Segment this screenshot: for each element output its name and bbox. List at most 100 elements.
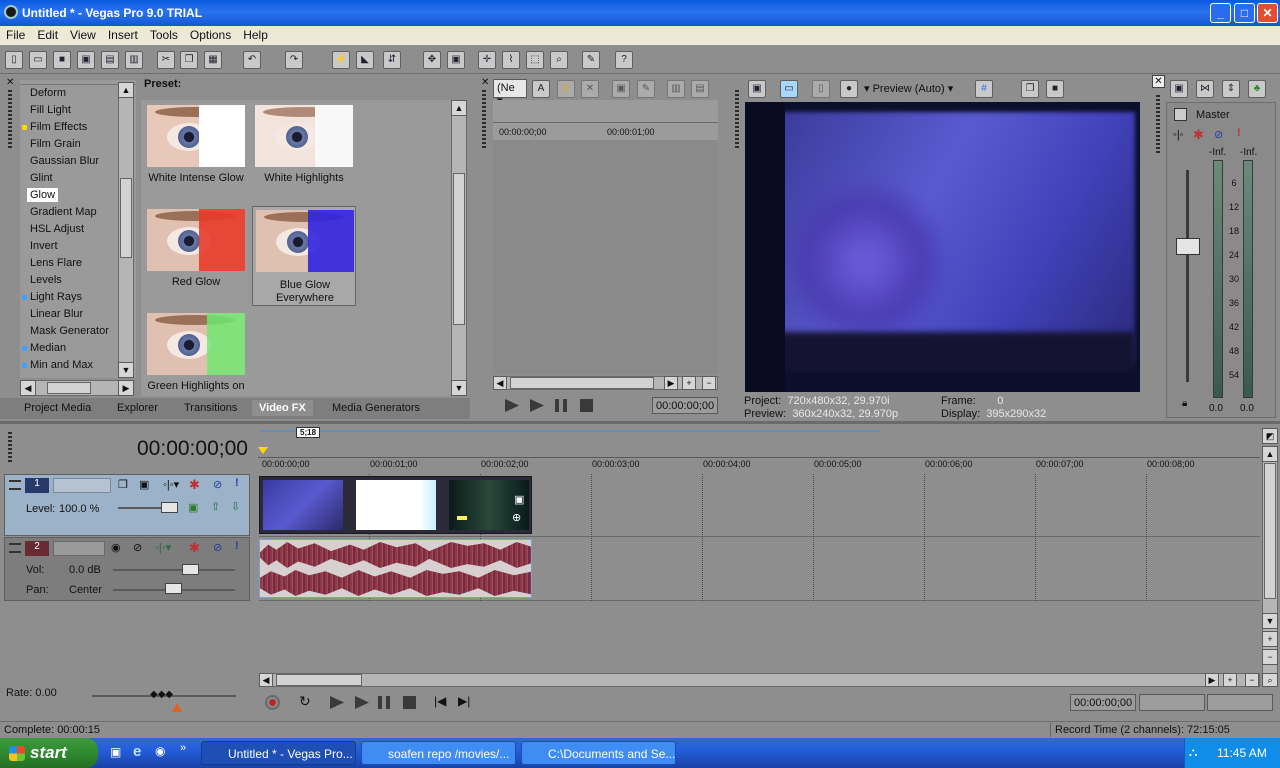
track-name-field[interactable] (53, 541, 105, 556)
scroll-right-icon[interactable]: ▶ (118, 380, 134, 396)
trimmer-pause-icon[interactable] (555, 399, 567, 412)
auto-crossfade-icon[interactable]: ◣ (356, 51, 374, 69)
play-from-start-icon[interactable] (330, 696, 344, 709)
save-as-icon[interactable]: ▣ (77, 51, 95, 69)
track-solo-icon[interactable]: ! (235, 477, 239, 489)
pan-slider-knob[interactable] (165, 583, 182, 594)
pause-icon[interactable] (378, 696, 390, 709)
preset-tile[interactable]: White Intense Glow (144, 102, 248, 202)
mixer-grip[interactable] (1156, 95, 1160, 155)
save-snapshot-icon[interactable]: ■ (1046, 80, 1064, 98)
close-mixer-icon[interactable]: ✕ (1152, 75, 1165, 88)
scroll-right-icon[interactable]: ▶ (1205, 673, 1219, 687)
event-fx-icon[interactable]: ▣ (514, 493, 524, 506)
track-collapse-icon[interactable] (9, 480, 21, 490)
scroll-thumb[interactable] (1264, 463, 1276, 599)
properties-icon[interactable]: ▥ (125, 51, 143, 69)
redo-icon[interactable]: ↷ (285, 51, 303, 69)
trimmer-icon-b[interactable]: ⚡ (557, 80, 575, 98)
play-icon[interactable] (355, 696, 369, 709)
trimmer-icon-e[interactable]: ✎ (637, 80, 655, 98)
trimmer-grip[interactable] (482, 90, 486, 150)
fx-brush-icon[interactable]: ✎ (582, 51, 600, 69)
mixer-properties-icon[interactable]: ▣ (1170, 80, 1188, 98)
show-desktop-icon[interactable]: ▣ (110, 745, 121, 759)
vol-slider-knob[interactable] (182, 564, 199, 575)
timeline-hscrollbar[interactable]: ◀ ▶ + − (259, 673, 1260, 687)
fader-lock-icon[interactable]: 🔒︎ (1182, 398, 1187, 409)
zoom-in-vertical-icon[interactable]: + (1262, 631, 1278, 647)
taskbar-item-folder[interactable]: soafen repo /movies/... (361, 741, 516, 765)
scroll-up-icon[interactable]: ▲ (1262, 446, 1278, 462)
maximize-button[interactable]: □ (1234, 3, 1255, 23)
master-fader-knob[interactable] (1176, 238, 1200, 255)
split-screen-icon[interactable]: ▯ (812, 80, 830, 98)
track-name-field[interactable] (53, 478, 111, 493)
trimmer-icon-f[interactable]: ▥ (667, 80, 685, 98)
envelope-tool-icon[interactable]: ⌇ (502, 51, 520, 69)
track-collapse-icon[interactable] (9, 543, 21, 553)
window-docking-splitter[interactable] (0, 421, 1280, 424)
trimmer-icon-d[interactable]: ▣ (612, 80, 630, 98)
preview-properties-icon[interactable]: ▣ (748, 80, 766, 98)
normal-edit-tool-icon[interactable]: ✛ (478, 51, 496, 69)
menu-file[interactable]: File (0, 26, 31, 42)
rate-slider-knob[interactable]: ◆◆◆ (150, 689, 173, 700)
level-slider-knob[interactable] (161, 502, 178, 513)
trimmer-hscrollbar[interactable]: ◀ ▶ + − (493, 376, 718, 390)
trimmer-play-from-start-icon[interactable] (505, 399, 519, 412)
zoom-in-icon[interactable]: + (682, 376, 696, 390)
timeline-toggle-icon[interactable]: ◩ (1262, 428, 1278, 444)
video-track-header[interactable]: 1 ❐ ▣ ◦|◦▾ ✱ ⊘ ! Level: 100.0 % ▣ ⇧ ⇩ (4, 474, 250, 536)
downmix-icon[interactable]: ⋈ (1196, 80, 1214, 98)
taskbar-item-vegas[interactable]: Untitled * - Vegas Pro... (201, 741, 356, 765)
zoom-tool-corner-icon[interactable]: ⌕ (1262, 673, 1278, 687)
loop-region-bar[interactable] (260, 430, 880, 432)
copy-icon[interactable]: ❐ (180, 51, 198, 69)
new-icon[interactable]: ▯ (5, 51, 23, 69)
menu-edit[interactable]: Edit (31, 26, 64, 42)
scroll-thumb[interactable] (453, 173, 465, 325)
preset-tile[interactable]: Blue Glow Everywhere (252, 206, 356, 306)
zoom-out-horizontal-icon[interactable]: − (1245, 673, 1259, 687)
arm-record-icon[interactable]: ◉ (111, 541, 121, 554)
scroll-thumb[interactable] (510, 377, 654, 389)
go-to-end-icon[interactable]: ▶| (458, 694, 470, 708)
tab-video-fx[interactable]: Video FX (252, 400, 313, 416)
trimmer-area[interactable] (493, 140, 718, 374)
record-button[interactable] (265, 695, 280, 710)
menu-insert[interactable]: Insert (102, 26, 144, 42)
scroll-left-icon[interactable]: ◀ (20, 380, 36, 396)
trimmer-play-icon[interactable] (530, 399, 544, 412)
fx-list-hscrollbar[interactable]: ◀ ▶ (20, 380, 134, 396)
make-child-icon[interactable]: ⇩ (231, 500, 240, 513)
scroll-down-icon[interactable]: ▼ (1262, 613, 1278, 629)
zoom-out-icon[interactable]: − (702, 376, 716, 390)
close-trimmer-icon[interactable]: ✕ (481, 77, 489, 88)
close-panel-icon[interactable]: ✕ (6, 77, 14, 88)
audio-track-header[interactable]: 2 ◉ ⊘ ◦|◦▾ ✱ ⊘ ! Vol: 0.0 dB Pan: Center (4, 537, 250, 601)
loop-playback-icon[interactable]: ↻ (299, 693, 311, 710)
event-pan-crop-icon[interactable]: ⊕ (512, 511, 521, 524)
track-fx-icon[interactable]: ✱ (189, 540, 200, 556)
track-mute-icon[interactable]: ⊘ (213, 541, 222, 554)
trimmer-stop-icon[interactable] (580, 399, 593, 412)
taskbar-item-documents[interactable]: C:\Documents and Se... (521, 741, 676, 765)
quick-launch-more-icon[interactable]: » (180, 742, 186, 754)
zoom-tool-icon[interactable]: ⌕ (550, 51, 568, 69)
trimmer-icon-a[interactable]: A (532, 80, 550, 98)
composite-parent-icon[interactable]: ◦|◦▾ (163, 478, 179, 491)
zoom-in-horizontal-icon[interactable]: + (1223, 673, 1237, 687)
timeline-grip[interactable] (8, 432, 12, 462)
lock-envelopes-icon[interactable]: ✥ (423, 51, 441, 69)
menu-help[interactable]: Help (237, 26, 274, 42)
scroll-left-icon[interactable]: ◀ (493, 376, 507, 390)
preset-tile[interactable]: Red Glow (144, 206, 248, 306)
preset-scrollbar[interactable]: ▲ ▼ (451, 100, 467, 396)
scroll-thumb[interactable] (47, 382, 91, 394)
trimmer-icon-c[interactable]: ✕ (581, 80, 599, 98)
external-monitor-icon[interactable]: ▭ (780, 80, 798, 98)
undo-icon[interactable]: ↶ (243, 51, 261, 69)
trimmer-media-dropdown[interactable]: (Ne ▾ (493, 79, 527, 107)
preview-quality-dropdown[interactable]: ▾ Preview (Auto) ▾ (864, 82, 953, 95)
